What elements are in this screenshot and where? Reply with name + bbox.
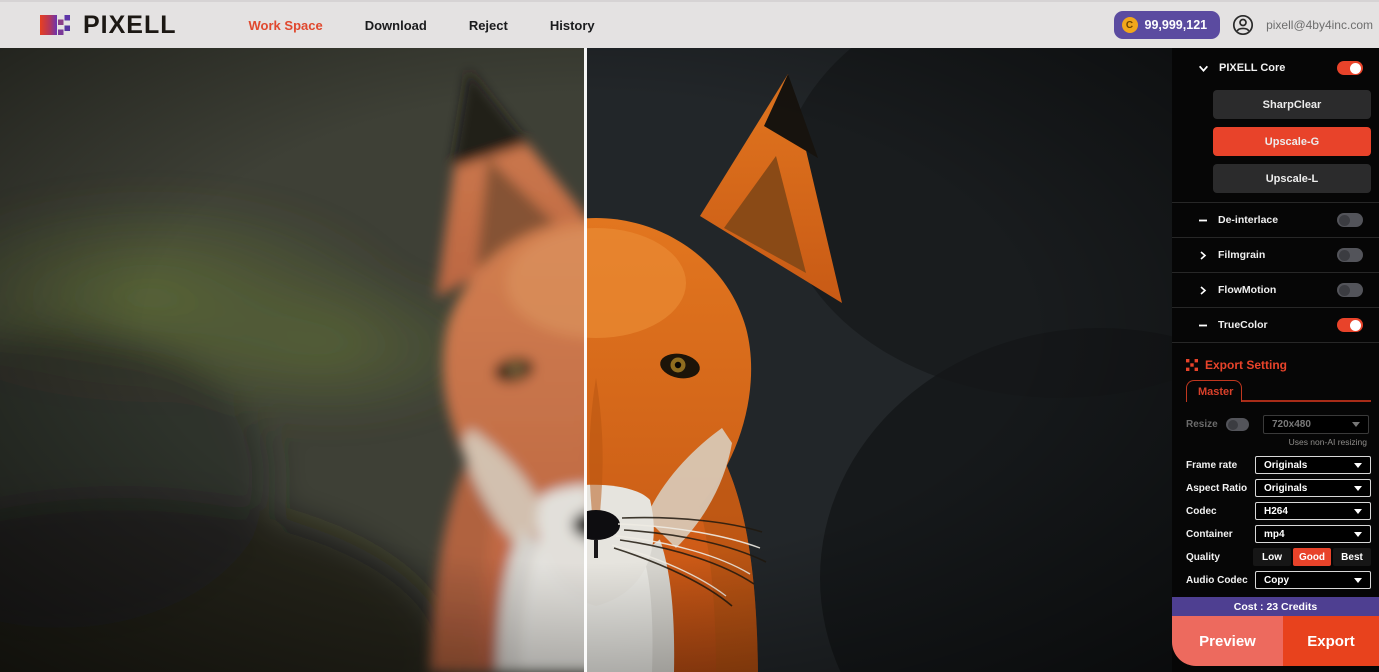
comparison-divider[interactable] — [584, 48, 587, 672]
export-setting-header: Export Setting — [1186, 358, 1379, 372]
workspace-stage: PIXELL Core SharpClear Upscale-G Upscale… — [0, 48, 1379, 672]
resize-note: Uses non-AI resizing — [1172, 437, 1367, 447]
framerate-select[interactable]: Originals — [1255, 456, 1371, 474]
preview-button[interactable]: Preview — [1172, 616, 1283, 666]
feature-label: Filmgrain — [1218, 249, 1265, 261]
chevron-right-icon[interactable] — [1198, 285, 1208, 296]
pixel-x-icon — [1186, 359, 1198, 371]
field-label: Audio Codec — [1186, 575, 1248, 586]
flowmotion-toggle[interactable] — [1337, 283, 1363, 297]
quality-best-button[interactable]: Best — [1333, 548, 1371, 566]
coin-icon: C — [1122, 17, 1138, 33]
codec-select[interactable]: H264 — [1255, 502, 1371, 520]
resize-toggle[interactable] — [1226, 418, 1249, 431]
chevron-down-icon — [1354, 578, 1362, 583]
export-fields: Frame rate Originals Aspect Ratio Origin… — [1186, 456, 1371, 589]
cost-bar: Cost : 23 Credits — [1172, 597, 1379, 616]
chevron-down-icon — [1354, 486, 1362, 491]
panel-bottom-strip — [1172, 666, 1379, 672]
nav-item-history[interactable]: History — [550, 18, 595, 33]
navbar-right: C 99,999,121 pixell@4by4inc.com — [1114, 11, 1373, 39]
field-row-container: Container mp4 — [1186, 525, 1371, 543]
chevron-down-icon — [1354, 463, 1362, 468]
core-mode-list: SharpClear Upscale-G Upscale-L — [1213, 90, 1371, 193]
truecolor-toggle[interactable] — [1337, 318, 1363, 332]
export-tabbar: Master — [1186, 378, 1371, 402]
resize-row: Resize 720x480 — [1186, 415, 1369, 434]
pixell-core-row: PIXELL Core — [1198, 53, 1363, 83]
chevron-down-icon — [1354, 532, 1362, 537]
field-label: Codec — [1186, 506, 1217, 517]
minus-icon[interactable] — [1198, 216, 1208, 225]
feature-row-flowmotion: FlowMotion — [1172, 273, 1379, 308]
feature-row-truecolor: TrueColor — [1172, 308, 1379, 343]
feature-label: FlowMotion — [1218, 284, 1276, 296]
nav-item-download[interactable]: Download — [365, 18, 427, 33]
audio-codec-select[interactable]: Copy — [1255, 571, 1371, 589]
field-label: Container — [1186, 529, 1233, 540]
nav-item-reject[interactable]: Reject — [469, 18, 508, 33]
field-label: Frame rate — [1186, 460, 1237, 471]
feature-label: TrueColor — [1218, 319, 1268, 331]
nav-item-workspace[interactable]: Work Space — [249, 18, 323, 33]
pixell-core-label: PIXELL Core — [1219, 62, 1285, 74]
aspect-ratio-select[interactable]: Originals — [1255, 479, 1371, 497]
comparison-image — [0, 48, 1172, 672]
field-row-audio-codec: Audio Codec Copy — [1186, 571, 1371, 589]
quality-segment: Low Good Best — [1253, 548, 1371, 566]
feature-row-deinterlace: De-interlace — [1172, 203, 1379, 238]
field-row-codec: Codec H264 — [1186, 502, 1371, 520]
brand[interactable]: PIXELL — [38, 10, 177, 40]
container-value: mp4 — [1264, 529, 1285, 540]
quality-good-button[interactable]: Good — [1293, 548, 1331, 566]
chevron-right-icon[interactable] — [1198, 250, 1208, 261]
field-label: Quality — [1186, 552, 1220, 563]
pixell-core-toggle[interactable] — [1337, 61, 1363, 75]
field-label: Aspect Ratio — [1186, 483, 1247, 494]
field-row-framerate: Frame rate Originals — [1186, 456, 1371, 474]
tab-master[interactable]: Master — [1186, 380, 1242, 402]
credits-badge[interactable]: C 99,999,121 — [1114, 11, 1221, 39]
resize-value: 720x480 — [1272, 419, 1311, 430]
account-icon[interactable] — [1231, 13, 1255, 37]
pixell-logo-icon — [38, 10, 74, 40]
mode-upscale-g-button[interactable]: Upscale-G — [1213, 127, 1371, 156]
credits-amount: 99,999,121 — [1145, 18, 1208, 32]
chevron-down-icon — [1352, 422, 1360, 427]
filmgrain-toggle[interactable] — [1337, 248, 1363, 262]
brand-name: PIXELL — [83, 11, 177, 40]
mode-upscale-l-button[interactable]: Upscale-L — [1213, 164, 1371, 193]
resize-select[interactable]: 720x480 — [1263, 415, 1369, 434]
main-nav: Work Space Download Reject History — [207, 18, 595, 33]
account-email: pixell@4by4inc.com — [1266, 18, 1373, 32]
action-buttons: Preview Export — [1172, 616, 1379, 666]
tab-underline — [1242, 380, 1371, 402]
resize-label: Resize — [1186, 419, 1218, 430]
container-select[interactable]: mp4 — [1255, 525, 1371, 543]
chevron-down-icon[interactable] — [1198, 64, 1209, 73]
audio-codec-value: Copy — [1264, 575, 1289, 586]
quality-low-button[interactable]: Low — [1253, 548, 1291, 566]
aspect-ratio-value: Originals — [1264, 483, 1307, 494]
feature-label: De-interlace — [1218, 214, 1278, 226]
settings-panel: PIXELL Core SharpClear Upscale-G Upscale… — [1172, 48, 1379, 672]
export-setting-title: Export Setting — [1205, 358, 1287, 372]
mode-sharpclear-button[interactable]: SharpClear — [1213, 90, 1371, 119]
export-button[interactable]: Export — [1283, 616, 1379, 666]
framerate-value: Originals — [1264, 460, 1307, 471]
codec-value: H264 — [1264, 506, 1288, 517]
chevron-down-icon — [1354, 509, 1362, 514]
top-navbar: PIXELL Work Space Download Reject Histor… — [0, 0, 1379, 48]
field-row-quality: Quality Low Good Best — [1186, 548, 1371, 566]
minus-icon[interactable] — [1198, 321, 1208, 330]
field-row-aspect-ratio: Aspect Ratio Originals — [1186, 479, 1371, 497]
feature-row-filmgrain: Filmgrain — [1172, 238, 1379, 273]
deinterlace-toggle[interactable] — [1337, 213, 1363, 227]
feature-list: De-interlace Filmgrain FlowMotion — [1172, 202, 1379, 343]
